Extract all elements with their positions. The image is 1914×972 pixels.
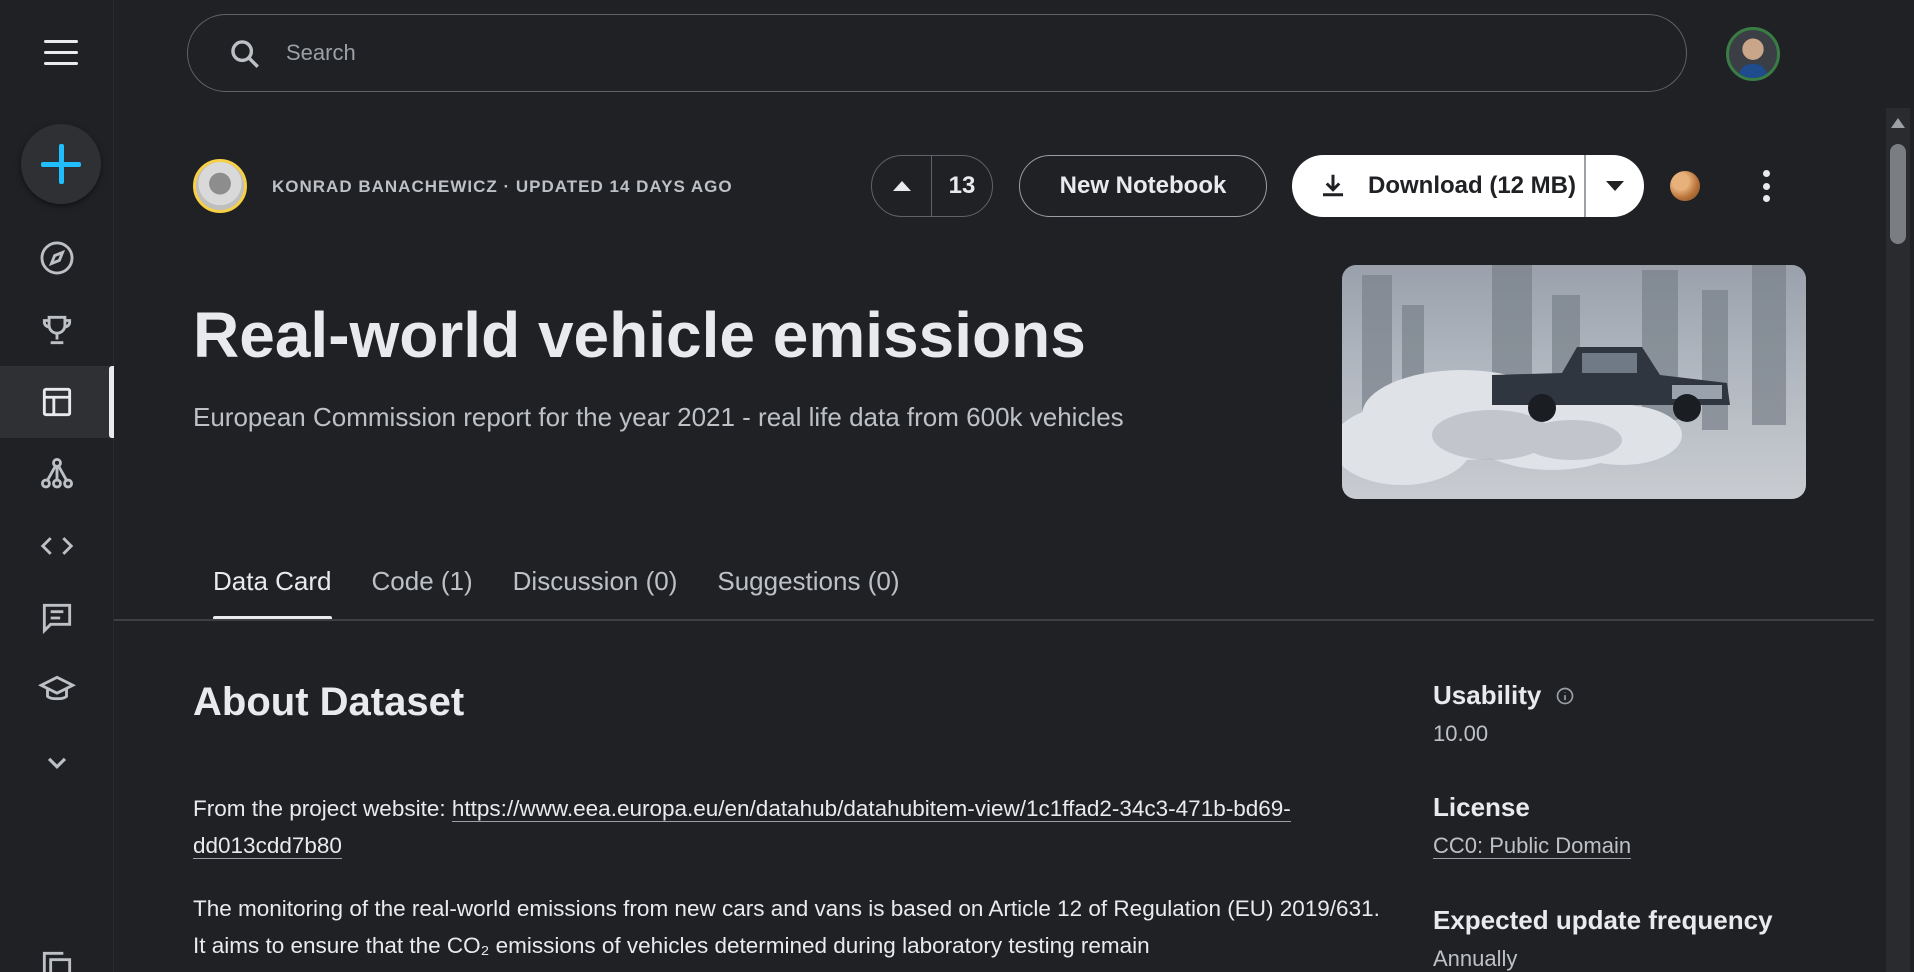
tab-discussion[interactable]: Discussion (0): [493, 560, 698, 620]
about-heading: About Dataset: [193, 680, 465, 724]
trophy-icon: [42, 315, 72, 345]
frequency-label: Expected update frequency: [1433, 905, 1773, 935]
menu-icon[interactable]: [44, 40, 78, 66]
sidebar: [0, 0, 114, 972]
sidebar-item-more[interactable]: [0, 726, 114, 798]
sidebar-item-your-work[interactable]: [0, 930, 114, 972]
create-button[interactable]: [21, 124, 101, 204]
license-section: License CC0: Public Domain: [1433, 792, 1833, 859]
owner-updated-line: KONRAD BANACHEWICZ · UPDATED 14 DAYS AGO: [272, 177, 733, 196]
new-notebook-button[interactable]: New Notebook: [1019, 155, 1267, 217]
download-options-button[interactable]: [1586, 155, 1645, 217]
school-icon: [38, 675, 76, 701]
tab-code[interactable]: Code (1): [352, 560, 493, 620]
usability-value: 10.00: [1433, 721, 1489, 746]
scroll-thumb[interactable]: [1890, 144, 1906, 244]
search-bar[interactable]: [187, 14, 1687, 92]
tab-suggestions[interactable]: Suggestions (0): [697, 560, 919, 620]
about-intro: From the project website: https://www.ee…: [193, 790, 1393, 864]
search-icon: [231, 40, 259, 68]
page-scrollbar[interactable]: [1886, 108, 1910, 972]
dataset-tabs: Data Card Code (1) Discussion (0) Sugges…: [193, 560, 919, 620]
sidebar-item-explore[interactable]: [0, 222, 114, 294]
caret-down-icon: [1605, 181, 1624, 191]
license-link[interactable]: CC0: Public Domain: [1433, 833, 1632, 859]
about-intro-text: From the project website:: [193, 796, 452, 821]
search-input[interactable]: [286, 33, 1666, 73]
about-paragraph: The monitoring of the real-world emissio…: [193, 896, 1380, 958]
download-label: Download (12 MB): [1368, 172, 1576, 199]
download-button[interactable]: Download (12 MB): [1292, 155, 1584, 217]
dataset-subtitle: European Commission report for the year …: [193, 402, 1124, 432]
dataset-title: Real-world vehicle emissions: [193, 299, 1086, 371]
table-icon: [42, 387, 72, 417]
models-icon: [41, 458, 73, 489]
user-avatar[interactable]: [1726, 27, 1780, 81]
compass-icon: [40, 241, 74, 275]
dataset-cover-image: [1342, 265, 1806, 499]
app-root: KONRAD BANACHEWICZ · UPDATED 14 DAYS AGO…: [0, 0, 1914, 972]
sidebar-item-competitions[interactable]: [0, 294, 114, 366]
scroll-up-icon[interactable]: [1891, 118, 1905, 128]
upvote-button[interactable]: [872, 156, 932, 216]
more-options-icon[interactable]: [1752, 166, 1780, 206]
sidebar-item-code[interactable]: [0, 510, 114, 582]
tabs-divider: [114, 619, 1874, 621]
bronze-medal-icon[interactable]: [1670, 171, 1700, 201]
comment-icon: [42, 603, 72, 635]
sidebar-item-learn[interactable]: [0, 654, 114, 726]
sidebar-item-models[interactable]: [0, 438, 114, 510]
sidebar-item-discussions[interactable]: [0, 582, 114, 654]
update-frequency-section: Expected update frequency Annually: [1433, 905, 1833, 972]
download-icon: [1323, 174, 1343, 197]
usability-label: Usability: [1433, 680, 1542, 710]
license-label: License: [1433, 792, 1530, 822]
frequency-value: Annually: [1433, 946, 1518, 971]
info-icon[interactable]: [1555, 686, 1575, 706]
code-icon: [40, 537, 74, 555]
sidebar-item-datasets[interactable]: [0, 366, 114, 438]
download-button-group: Download (12 MB): [1292, 155, 1644, 217]
vote-widget: 13: [871, 155, 993, 217]
vote-count: 13: [948, 172, 976, 199]
tab-data-card[interactable]: Data Card: [193, 560, 352, 620]
owner-avatar[interactable]: [193, 159, 247, 213]
chevron-down-icon: [47, 757, 67, 769]
arrow-up-icon: [892, 181, 911, 191]
copy-icon: [42, 951, 72, 972]
usability-section: Usability 10.00: [1433, 680, 1833, 747]
